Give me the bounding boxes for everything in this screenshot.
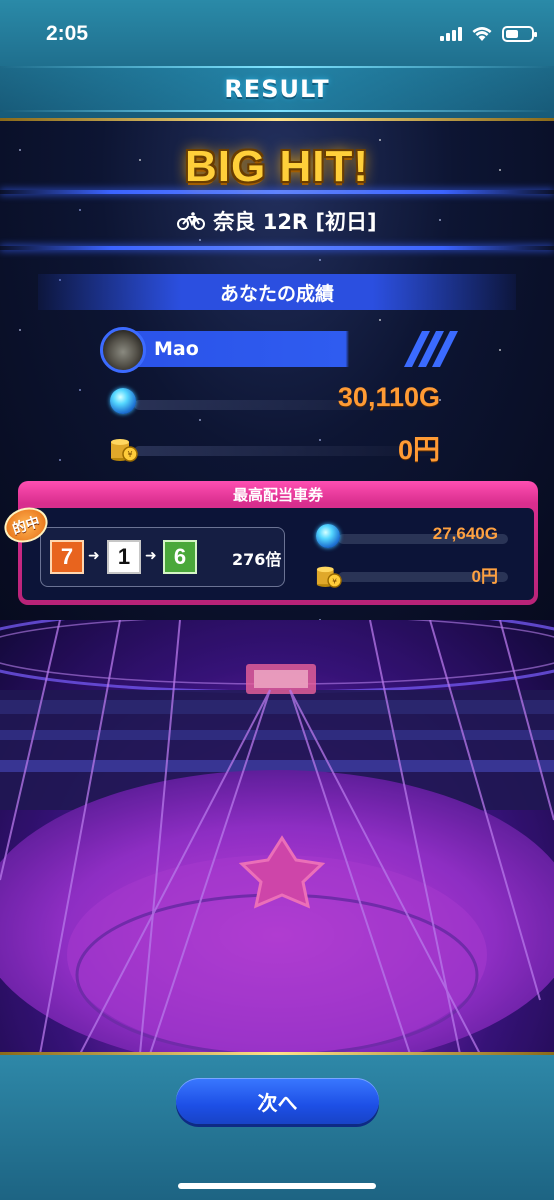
race-label: 奈良 12R [初日] [213,210,377,234]
gold-orb-icon [316,524,340,548]
payout-gold-amount: 27,640G [432,524,498,543]
player-bar-stripes [404,331,458,367]
avatar [100,327,146,373]
yen-amount: 0円 [397,435,440,465]
status-bar: 2:05 [0,0,554,64]
battery-icon [502,26,537,42]
gold-amount: 30,110G [337,382,440,412]
divider-blue-2 [0,246,554,250]
best-payout-title: 最高配当車券 [232,486,323,504]
yen-stat-row: ¥ 0円 [110,432,440,465]
result-header: RESULT [0,66,554,112]
stadium-illustration [0,620,554,1054]
race-info: 奈良 12R [初日] [0,206,554,236]
stadium-graphic [0,620,554,1054]
status-time: 2:05 [46,22,89,45]
gold-orb-icon [110,388,136,414]
cellular-signal-icon [440,27,462,41]
coins-icon: ¥ [111,439,138,462]
home-indicator[interactable] [178,1183,376,1189]
svg-text:¥: ¥ [127,450,132,459]
section-title: あなたの成績 [219,282,334,305]
coins-icon: ¥ [316,566,342,588]
divider-gold [0,118,554,121]
combo-second: 1 [107,540,141,574]
wifi-icon [472,27,492,41]
player-name: Mao [154,338,199,360]
stat-track [134,446,440,456]
bicycle-icon [177,212,206,230]
svg-text:¥: ¥ [332,576,337,585]
page-title: RESULT [224,75,330,103]
combo-first: 7 [50,540,84,574]
payout-yen-row: ¥ 0円 [316,560,508,590]
combo-third: 6 [163,540,197,574]
section-your-results: あなたの成績 [38,274,516,310]
arrow-icon: ➜ [145,548,157,564]
arrow-icon: ➜ [88,548,100,564]
next-button[interactable]: 次へ [176,1078,379,1124]
status-icons [440,26,537,42]
bottom-bar [0,1055,554,1200]
payout-yen-amount: 0円 [471,567,498,586]
gold-stat-row: 30,110G [110,382,440,416]
big-hit-headline: BIG HIT! [185,142,369,191]
payout-odds: 276倍 [232,550,282,569]
payout-gold-row: 27,640G [316,522,508,552]
